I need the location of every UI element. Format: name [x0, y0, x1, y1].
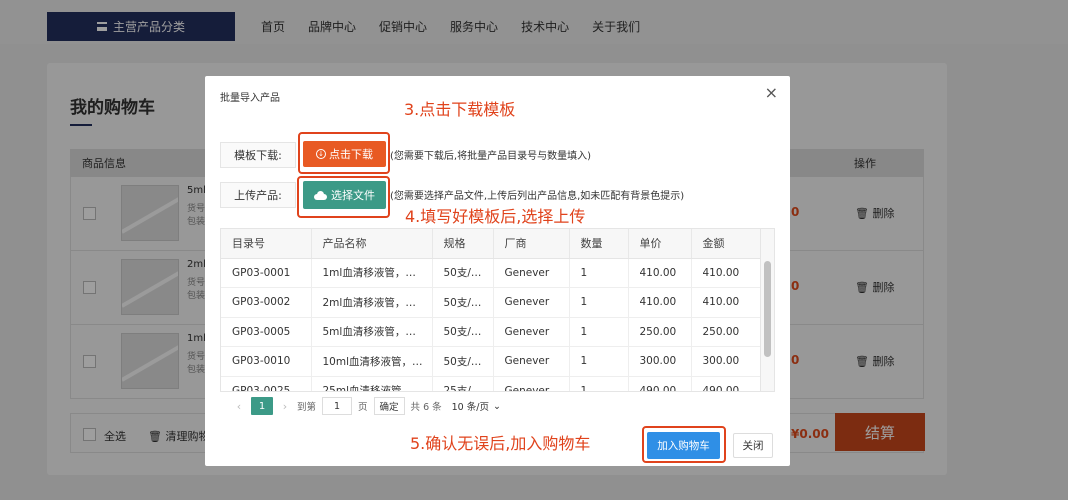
page-unit-label: 页: [358, 402, 368, 413]
col-product-name: 产品名称: [311, 229, 433, 259]
cell-amount: 410.00: [691, 258, 762, 288]
cell-spec: 50支/…: [432, 258, 494, 288]
highlight-add-to-cart: [642, 426, 726, 463]
chevron-down-icon: ⌄: [492, 400, 501, 412]
cell-catalog-no: GP03-0005: [221, 317, 312, 347]
table-scrollbar[interactable]: [760, 229, 774, 391]
total-count: 共 6 条: [410, 402, 442, 413]
goto-confirm-button[interactable]: 确定: [373, 397, 405, 415]
cell-catalog-no: GP03-0002: [221, 287, 312, 318]
cell-amount: 410.00: [691, 287, 762, 318]
table-row: GP03-0010 10ml血清移液管，… 50支/… Genever 1 30…: [221, 346, 762, 377]
pagination: ‹ 1 › 到第 1 页 确定 共 6 条 10 条/页 ⌄: [233, 397, 505, 415]
cell-manufacturer: Genever: [493, 376, 570, 391]
cell-product-name: 10ml血清移液管，…: [311, 346, 433, 377]
template-download-label: 模板下载:: [220, 142, 296, 168]
col-manufacturer: 厂商: [493, 229, 570, 259]
table-row: GP03-0025 25ml血清移液管，… 25支/… Genever 1 49…: [221, 376, 762, 391]
page-size-value: 10 条/页: [451, 402, 489, 413]
page-size-select[interactable]: 10 条/页 ⌄: [448, 397, 505, 415]
prev-page-icon[interactable]: ‹: [233, 400, 245, 413]
cell-catalog-no: GP03-0001: [221, 258, 312, 288]
highlight-choose-file: [297, 176, 390, 218]
cell-quantity: 1: [569, 317, 629, 347]
next-page-icon[interactable]: ›: [279, 400, 291, 413]
cell-quantity: 1: [569, 287, 629, 318]
col-spec: 规格: [432, 229, 494, 259]
col-catalog-no: 目录号: [221, 229, 312, 259]
cell-spec: 50支/…: [432, 317, 494, 347]
cell-unit-price: 410.00: [628, 258, 692, 288]
cell-product-name: 1ml血清移液管，…: [311, 258, 433, 288]
cell-quantity: 1: [569, 258, 629, 288]
cell-amount: 490.00: [691, 376, 762, 391]
upload-products-label: 上传产品:: [220, 182, 296, 208]
cell-manufacturer: Genever: [493, 258, 570, 288]
cell-manufacturer: Genever: [493, 317, 570, 347]
table-header-row: 目录号 产品名称 规格 厂商 数量 单价 金额: [221, 229, 762, 259]
cell-spec: 25支/…: [432, 376, 494, 391]
close-icon[interactable]: ×: [765, 85, 778, 101]
dialog-title: 批量导入产品: [220, 93, 280, 104]
table-row: GP03-0005 5ml血清移液管，… 50支/… Genever 1 250…: [221, 317, 762, 347]
cell-unit-price: 490.00: [628, 376, 692, 391]
annotation-step5: 5.确认无误后,加入购物车: [410, 434, 591, 453]
cell-quantity: 1: [569, 346, 629, 377]
download-hint: (您需要下载后,将批量产品目录号与数量填入): [390, 151, 591, 162]
col-quantity: 数量: [569, 229, 629, 259]
annotation-step3: 3.点击下载模板: [404, 100, 516, 119]
table-row: GP03-0002 2ml血清移液管，… 50支/… Genever 1 410…: [221, 287, 762, 318]
page-number-current[interactable]: 1: [251, 397, 273, 415]
col-unit-price: 单价: [628, 229, 692, 259]
goto-label: 到第: [297, 402, 317, 413]
goto-page-input[interactable]: 1: [322, 397, 353, 415]
cell-quantity: 1: [569, 376, 629, 391]
cell-spec: 50支/…: [432, 346, 494, 377]
cell-spec: 50支/…: [432, 287, 494, 318]
cell-product-name: 5ml血清移液管，…: [311, 317, 433, 347]
scrollbar-thumb[interactable]: [764, 261, 771, 357]
cell-catalog-no: GP03-0025: [221, 376, 312, 391]
cell-unit-price: 300.00: [628, 346, 692, 377]
cell-unit-price: 250.00: [628, 317, 692, 347]
cell-manufacturer: Genever: [493, 287, 570, 318]
import-product-table: 目录号 产品名称 规格 厂商 数量 单价 金额 GP03-0001 1ml血清移…: [220, 228, 775, 392]
upload-hint: (您需要选择产品文件,上传后列出产品信息,如未匹配有背景色提示): [390, 191, 685, 202]
cell-manufacturer: Genever: [493, 346, 570, 377]
batch-import-dialog: 批量导入产品 × 3.点击下载模板 模板下载: ↓ 点击下载 (您需要下载后,将…: [205, 76, 790, 466]
col-amount: 金额: [691, 229, 762, 259]
annotation-step4: 4.填写好模板后,选择上传: [405, 207, 586, 226]
cell-catalog-no: GP03-0010: [221, 346, 312, 377]
highlight-download: [298, 132, 390, 174]
close-button[interactable]: 关闭: [733, 433, 773, 458]
table-row: GP03-0001 1ml血清移液管，… 50支/… Genever 1 410…: [221, 258, 762, 288]
cell-product-name: 2ml血清移液管，…: [311, 287, 433, 318]
cell-product-name: 25ml血清移液管，…: [311, 376, 433, 391]
cell-amount: 250.00: [691, 317, 762, 347]
cell-amount: 300.00: [691, 346, 762, 377]
cell-unit-price: 410.00: [628, 287, 692, 318]
